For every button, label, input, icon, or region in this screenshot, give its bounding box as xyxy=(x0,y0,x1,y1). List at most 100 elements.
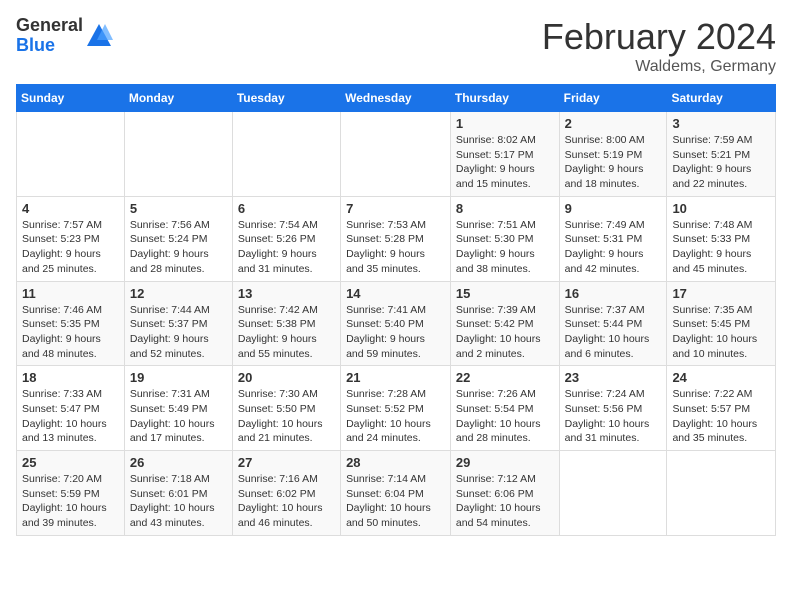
day-cell xyxy=(341,112,451,197)
day-cell: 22 Sunrise: 7:26 AMSunset: 5:54 PMDayligh… xyxy=(450,366,559,451)
day-cell: 17 Sunrise: 7:35 AMSunset: 5:45 PMDayligh… xyxy=(667,281,776,366)
header: General Blue February 2024 Waldems, Germ… xyxy=(16,16,776,76)
day-cell: 5 Sunrise: 7:56 AMSunset: 5:24 PMDaylight… xyxy=(124,196,232,281)
day-number: 15 xyxy=(456,286,554,301)
day-info: Sunrise: 7:39 AMSunset: 5:42 PMDaylight:… xyxy=(456,303,554,362)
day-info: Sunrise: 7:48 AMSunset: 5:33 PMDaylight:… xyxy=(672,218,770,277)
day-info: Sunrise: 7:16 AMSunset: 6:02 PMDaylight:… xyxy=(238,472,335,531)
day-number: 26 xyxy=(130,455,227,470)
day-number: 7 xyxy=(346,201,445,216)
day-info: Sunrise: 7:59 AMSunset: 5:21 PMDaylight:… xyxy=(672,133,770,192)
day-cell xyxy=(559,451,667,536)
logo: General Blue xyxy=(16,16,113,56)
day-number: 9 xyxy=(565,201,662,216)
day-cell: 26 Sunrise: 7:18 AMSunset: 6:01 PMDayligh… xyxy=(124,451,232,536)
day-info: Sunrise: 7:57 AMSunset: 5:23 PMDaylight:… xyxy=(22,218,119,277)
day-cell xyxy=(667,451,776,536)
day-number: 20 xyxy=(238,370,335,385)
day-cell: 27 Sunrise: 7:16 AMSunset: 6:02 PMDayligh… xyxy=(232,451,340,536)
day-info: Sunrise: 8:02 AMSunset: 5:17 PMDaylight:… xyxy=(456,133,554,192)
day-info: Sunrise: 7:22 AMSunset: 5:57 PMDaylight:… xyxy=(672,387,770,446)
day-info: Sunrise: 7:53 AMSunset: 5:28 PMDaylight:… xyxy=(346,218,445,277)
day-cell: 8 Sunrise: 7:51 AMSunset: 5:30 PMDaylight… xyxy=(450,196,559,281)
day-info: Sunrise: 7:35 AMSunset: 5:45 PMDaylight:… xyxy=(672,303,770,362)
day-cell: 25 Sunrise: 7:20 AMSunset: 5:59 PMDayligh… xyxy=(17,451,125,536)
week-row-3: 11 Sunrise: 7:46 AMSunset: 5:35 PMDayligh… xyxy=(17,281,776,366)
day-cell: 20Sunrise: 7:30 AMSunset: 5:50 PMDayligh… xyxy=(232,366,340,451)
day-number: 29 xyxy=(456,455,554,470)
day-number: 28 xyxy=(346,455,445,470)
day-info: Sunrise: 7:18 AMSunset: 6:01 PMDaylight:… xyxy=(130,472,227,531)
week-row-4: 18 Sunrise: 7:33 AMSunset: 5:47 PMDayligh… xyxy=(17,366,776,451)
col-thursday: Thursday xyxy=(450,85,559,112)
day-cell: 4 Sunrise: 7:57 AMSunset: 5:23 PMDaylight… xyxy=(17,196,125,281)
day-info: Sunrise: 7:26 AMSunset: 5:54 PMDaylight:… xyxy=(456,387,554,446)
day-cell xyxy=(232,112,340,197)
week-row-2: 4 Sunrise: 7:57 AMSunset: 5:23 PMDaylight… xyxy=(17,196,776,281)
col-saturday: Saturday xyxy=(667,85,776,112)
day-cell: 14 Sunrise: 7:41 AMSunset: 5:40 PMDayligh… xyxy=(341,281,451,366)
week-row-1: 1 Sunrise: 8:02 AMSunset: 5:17 PMDaylight… xyxy=(17,112,776,197)
day-number: 24 xyxy=(672,370,770,385)
day-cell xyxy=(124,112,232,197)
day-info: Sunrise: 7:46 AMSunset: 5:35 PMDaylight:… xyxy=(22,303,119,362)
day-cell: 9Sunrise: 7:49 AMSunset: 5:31 PMDaylight… xyxy=(559,196,667,281)
day-info: Sunrise: 7:31 AMSunset: 5:49 PMDaylight:… xyxy=(130,387,227,446)
day-cell: 6 Sunrise: 7:54 AMSunset: 5:26 PMDaylight… xyxy=(232,196,340,281)
day-number: 18 xyxy=(22,370,119,385)
day-info: Sunrise: 7:24 AMSunset: 5:56 PMDaylight:… xyxy=(565,387,662,446)
day-number: 27 xyxy=(238,455,335,470)
day-cell: 12Sunrise: 7:44 AMSunset: 5:37 PMDayligh… xyxy=(124,281,232,366)
logo-general-text: General xyxy=(16,16,83,36)
day-cell: 24 Sunrise: 7:22 AMSunset: 5:57 PMDayligh… xyxy=(667,366,776,451)
day-number: 8 xyxy=(456,201,554,216)
day-info: Sunrise: 7:28 AMSunset: 5:52 PMDaylight:… xyxy=(346,387,445,446)
day-cell: 2Sunrise: 8:00 AMSunset: 5:19 PMDaylight… xyxy=(559,112,667,197)
day-cell: 1 Sunrise: 8:02 AMSunset: 5:17 PMDaylight… xyxy=(450,112,559,197)
day-info: Sunrise: 7:12 AMSunset: 6:06 PMDaylight:… xyxy=(456,472,554,531)
day-number: 14 xyxy=(346,286,445,301)
day-number: 11 xyxy=(22,286,119,301)
day-info: Sunrise: 7:51 AMSunset: 5:30 PMDaylight:… xyxy=(456,218,554,277)
day-info: Sunrise: 7:56 AMSunset: 5:24 PMDaylight:… xyxy=(130,218,227,277)
day-cell: 3 Sunrise: 7:59 AMSunset: 5:21 PMDaylight… xyxy=(667,112,776,197)
day-number: 13 xyxy=(238,286,335,301)
day-number: 25 xyxy=(22,455,119,470)
day-cell: 21 Sunrise: 7:28 AMSunset: 5:52 PMDayligh… xyxy=(341,366,451,451)
day-cell: 15 Sunrise: 7:39 AMSunset: 5:42 PMDayligh… xyxy=(450,281,559,366)
day-info: Sunrise: 7:42 AMSunset: 5:38 PMDaylight:… xyxy=(238,303,335,362)
day-number: 3 xyxy=(672,116,770,131)
day-cell: 16 Sunrise: 7:37 AMSunset: 5:44 PMDayligh… xyxy=(559,281,667,366)
day-number: 4 xyxy=(22,201,119,216)
day-cell xyxy=(17,112,125,197)
day-cell: 18 Sunrise: 7:33 AMSunset: 5:47 PMDayligh… xyxy=(17,366,125,451)
day-number: 5 xyxy=(130,201,227,216)
day-cell: 28 Sunrise: 7:14 AMSunset: 6:04 PMDayligh… xyxy=(341,451,451,536)
day-number: 16 xyxy=(565,286,662,301)
day-info: Sunrise: 7:33 AMSunset: 5:47 PMDaylight:… xyxy=(22,387,119,446)
day-cell: 7 Sunrise: 7:53 AMSunset: 5:28 PMDaylight… xyxy=(341,196,451,281)
day-cell: 13 Sunrise: 7:42 AMSunset: 5:38 PMDayligh… xyxy=(232,281,340,366)
week-row-5: 25 Sunrise: 7:20 AMSunset: 5:59 PMDayligh… xyxy=(17,451,776,536)
day-info: Sunrise: 7:44 AMSunset: 5:37 PMDaylight:… xyxy=(130,303,227,362)
day-info: Sunrise: 7:41 AMSunset: 5:40 PMDaylight:… xyxy=(346,303,445,362)
day-number: 6 xyxy=(238,201,335,216)
day-info: Sunrise: 7:37 AMSunset: 5:44 PMDaylight:… xyxy=(565,303,662,362)
day-info: Sunrise: 8:00 AMSunset: 5:19 PMDaylight:… xyxy=(565,133,662,192)
calendar-header-row: Sunday Monday Tuesday Wednesday Thursday… xyxy=(17,85,776,112)
day-number: 1 xyxy=(456,116,554,131)
day-cell: 11 Sunrise: 7:46 AMSunset: 5:35 PMDayligh… xyxy=(17,281,125,366)
day-number: 21 xyxy=(346,370,445,385)
day-cell: 10 Sunrise: 7:48 AMSunset: 5:33 PMDayligh… xyxy=(667,196,776,281)
logo-blue-text: Blue xyxy=(16,36,83,56)
day-number: 22 xyxy=(456,370,554,385)
col-friday: Friday xyxy=(559,85,667,112)
day-info: Sunrise: 7:20 AMSunset: 5:59 PMDaylight:… xyxy=(22,472,119,531)
day-info: Sunrise: 7:54 AMSunset: 5:26 PMDaylight:… xyxy=(238,218,335,277)
day-number: 10 xyxy=(672,201,770,216)
day-number: 19 xyxy=(130,370,227,385)
day-info: Sunrise: 7:14 AMSunset: 6:04 PMDaylight:… xyxy=(346,472,445,531)
col-monday: Monday xyxy=(124,85,232,112)
month-title: February 2024 xyxy=(542,16,776,58)
day-number: 17 xyxy=(672,286,770,301)
